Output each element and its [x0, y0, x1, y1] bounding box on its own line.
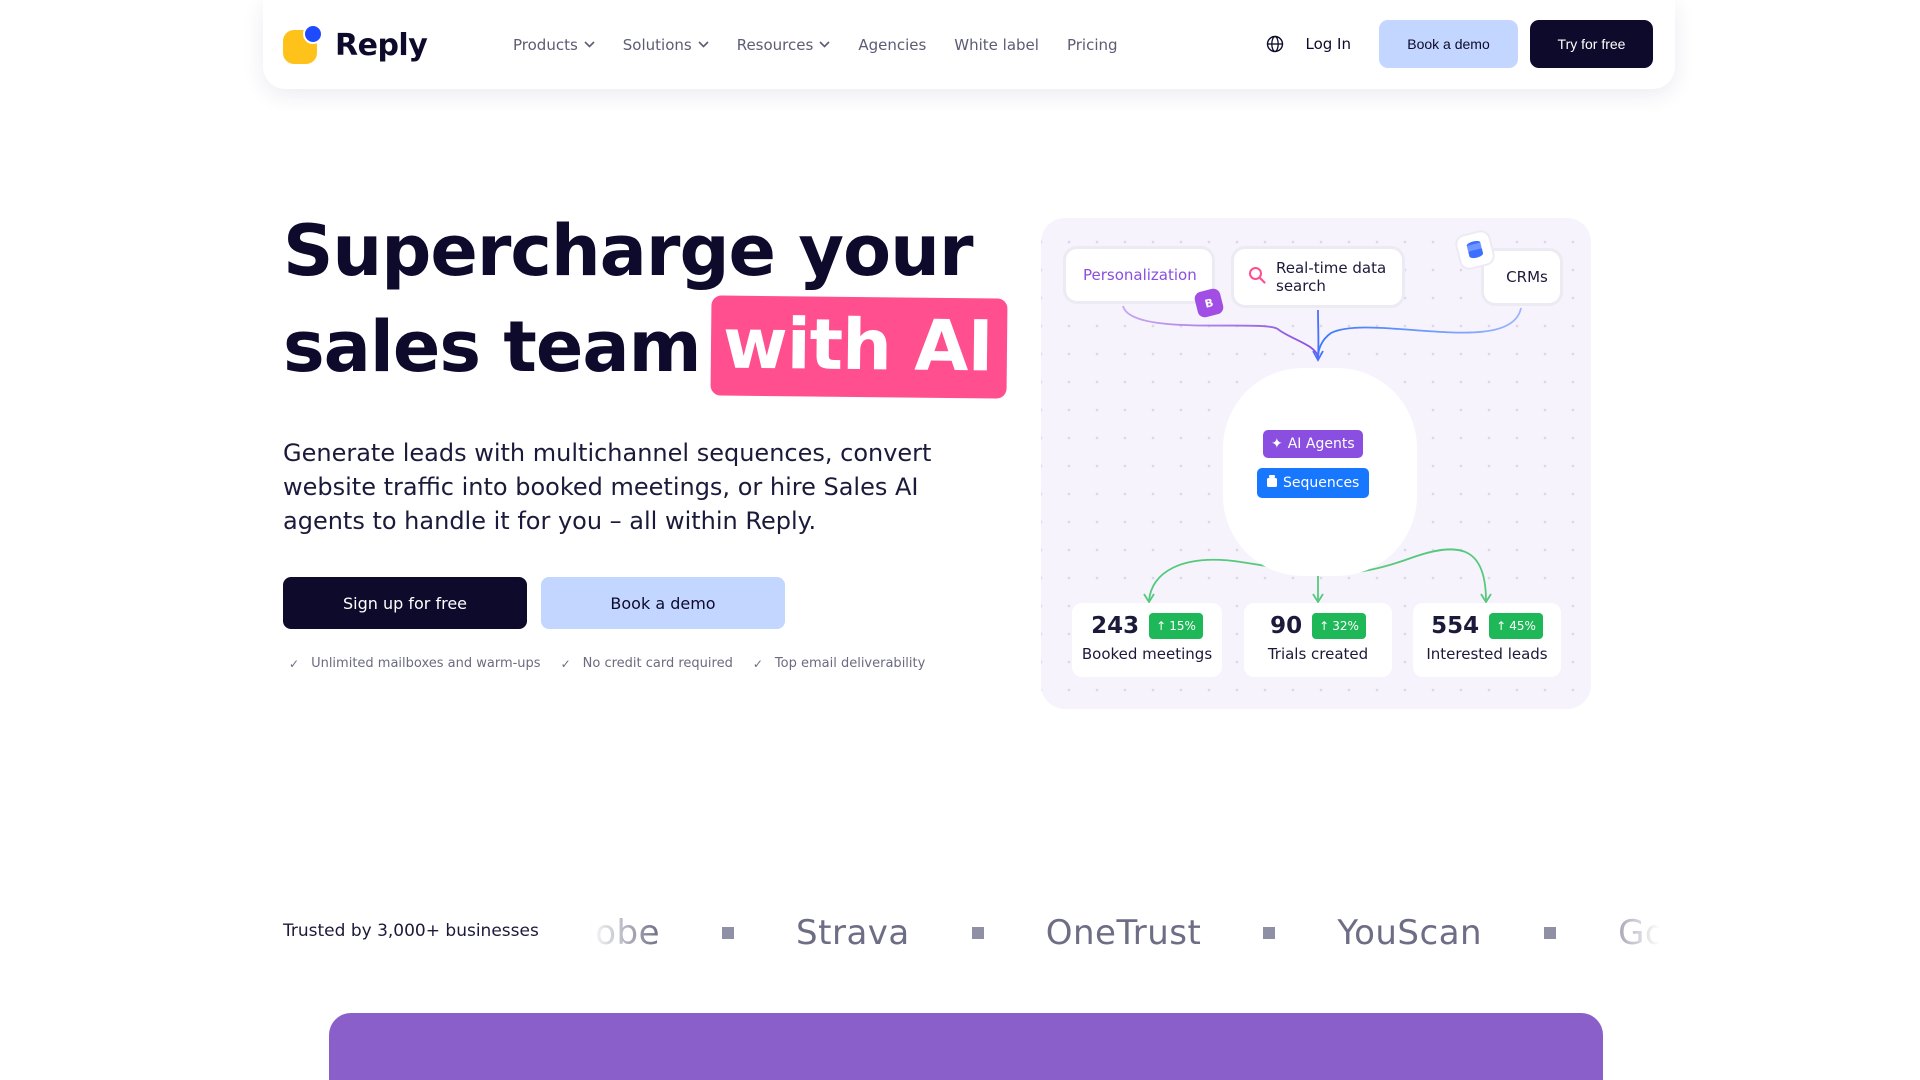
customer-logo: YouScan [1337, 913, 1483, 953]
stat-change-badge: ↑ 45% [1489, 613, 1543, 639]
nav-solutions[interactable]: Solutions [623, 36, 709, 54]
nav-links: Products Solutions Resources Agencies Wh… [513, 0, 1118, 89]
stat-card-trials-created: 90 ↑ 32% Trials created [1244, 603, 1392, 677]
hero-title-line1: Supercharge your [283, 210, 973, 292]
login-link[interactable]: Log In [1306, 35, 1352, 53]
hero-title-line2: sales team [283, 306, 702, 388]
hero-title-highlight: with AI [710, 295, 1007, 399]
stat-change: 45% [1509, 619, 1536, 633]
nav-white-label[interactable]: White label [954, 36, 1039, 54]
arrow-up-icon: ↑ [1156, 619, 1167, 633]
top-navigation: Reply Products Solutions Resources Agenc… [263, 0, 1675, 89]
customer-logo: Adobe [590, 913, 661, 953]
checkmark-icon: ✓ [560, 656, 571, 671]
book-demo-button[interactable]: Book a demo [1379, 20, 1518, 68]
benefits-list: ✓ Unlimited mailboxes and warm-ups ✓ No … [289, 656, 925, 671]
checkmark-icon: ✓ [289, 656, 300, 671]
nav-agencies[interactable]: Agencies [858, 36, 926, 54]
trusted-by-label: Trusted by 3,000+ businesses [283, 921, 539, 941]
globe-icon[interactable] [1266, 35, 1284, 53]
benefit-label: Unlimited mailboxes and warm-ups [311, 656, 541, 671]
search-icon [1248, 266, 1266, 288]
arrow-up-icon: ↑ [1496, 619, 1507, 633]
brand-logo[interactable]: Reply [283, 24, 428, 66]
personalization-label: Personalization [1083, 266, 1197, 284]
stat-card-interested-leads: 554 ↑ 45% Interested leads [1413, 603, 1561, 677]
stat-change: 15% [1169, 619, 1196, 633]
signup-button[interactable]: Sign up for free [283, 577, 527, 629]
stat-change-badge: ↑ 32% [1312, 613, 1366, 639]
nav-actions: Log In Book a demo Try for free [1266, 20, 1653, 68]
customer-logo: OneTrust [1045, 913, 1202, 953]
benefit-item: ✓ Top email deliverability [753, 656, 925, 671]
hero-illustration-card: Personalization B Real-time data search … [1041, 218, 1591, 709]
brand-name: Reply [335, 27, 428, 63]
customer-logos-marquee: Adobe Strava OneTrust YouScan Gorgias [590, 895, 1660, 971]
nav-pricing[interactable]: Pricing [1067, 36, 1118, 54]
logo-separator [1263, 927, 1276, 939]
ai-agents-tag: ✦ AI Agents [1263, 430, 1363, 458]
stat-value: 90 [1270, 613, 1303, 639]
stat-change: 32% [1332, 619, 1359, 633]
realtime-search-label: Real-time data search [1276, 259, 1387, 295]
logo-separator [971, 927, 984, 939]
customer-logo: Strava [796, 913, 910, 953]
realtime-search-chip: Real-time data search [1231, 246, 1405, 308]
chevron-down-icon [819, 38, 830, 51]
sparkle-icon: ✦ [1271, 436, 1283, 452]
stat-label: Trials created [1267, 645, 1369, 663]
benefit-item: ✓ No credit card required [561, 656, 733, 671]
crms-label: CRMs [1506, 268, 1548, 286]
logo-separator [1544, 927, 1557, 939]
nav-solutions-label: Solutions [622, 35, 692, 54]
nav-resources-label: Resources [736, 35, 814, 54]
try-free-button[interactable]: Try for free [1530, 20, 1653, 68]
stat-label: Booked meetings [1081, 645, 1213, 663]
nav-resources[interactable]: Resources [737, 36, 831, 54]
chevron-down-icon [584, 38, 595, 51]
sequences-label: Sequences [1283, 475, 1360, 491]
stat-change-badge: ↑ 15% [1149, 613, 1203, 639]
benefit-label: No credit card required [582, 656, 733, 671]
stat-value: 243 [1091, 613, 1140, 639]
personalization-chip: Personalization [1063, 246, 1215, 304]
hero-title: Supercharge your sales team with AI [283, 205, 1007, 399]
stat-label: Interested leads [1426, 645, 1548, 663]
sequence-icon [1267, 475, 1277, 491]
chevron-down-icon [698, 38, 709, 51]
hero-title-line2-wrap: sales team with AI [283, 295, 1007, 399]
customer-logo: Gorgias [1618, 913, 1660, 953]
next-section-banner [329, 1013, 1603, 1080]
nav-products-label: Products [513, 35, 578, 54]
stat-value: 554 [1431, 613, 1480, 639]
benefit-label: Top email deliverability [774, 656, 926, 671]
sequences-tag: Sequences [1257, 468, 1370, 498]
reply-logo-icon [283, 24, 323, 66]
logo-track: Adobe Strava OneTrust YouScan Gorgias [590, 913, 1660, 953]
checkmark-icon: ✓ [752, 656, 763, 671]
hero-subtitle: Generate leads with multichannel sequenc… [283, 439, 932, 535]
stat-card-booked-meetings: 243 ↑ 15% Booked meetings [1072, 603, 1222, 677]
ai-agents-label: AI Agents [1287, 436, 1355, 452]
logo-separator [722, 927, 735, 939]
benefit-item: ✓ Unlimited mailboxes and warm-ups [289, 656, 541, 671]
arrow-up-icon: ↑ [1319, 619, 1330, 633]
nav-products[interactable]: Products [513, 36, 595, 54]
hero-book-demo-button[interactable]: Book a demo [541, 577, 785, 629]
